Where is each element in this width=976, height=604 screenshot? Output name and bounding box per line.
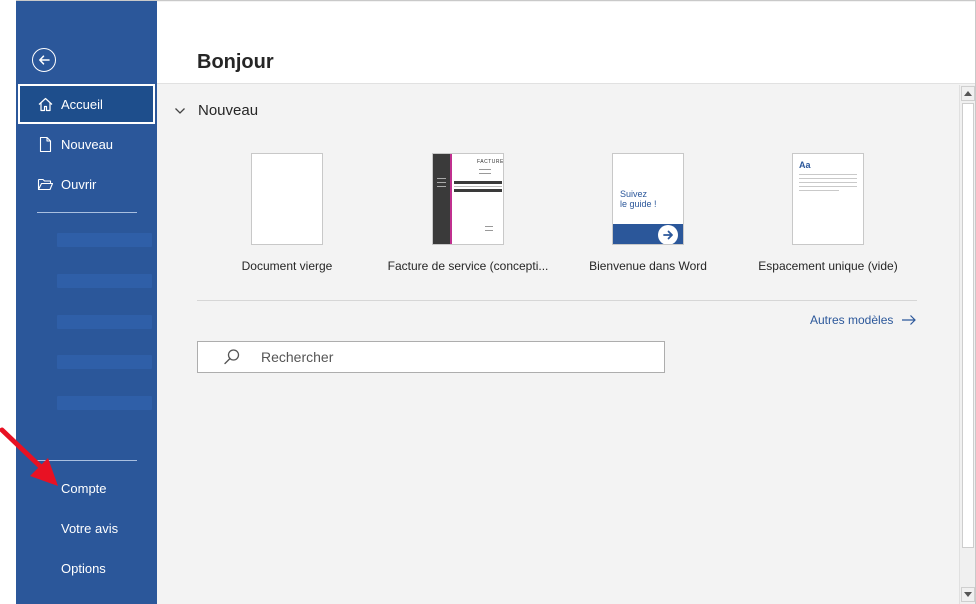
- sidebar-item-nouveau[interactable]: Nouveau: [16, 124, 157, 164]
- section-title-label: Nouveau: [198, 102, 259, 119]
- sidebar-item-label: Votre avis: [61, 520, 119, 536]
- sidebar-item-votre-avis[interactable]: Votre avis: [16, 508, 157, 548]
- chevron-down-icon: [174, 104, 188, 118]
- arrow-right-icon: [902, 315, 917, 325]
- arrow-right-icon: [658, 225, 678, 244]
- sidebar: Accueil Nouveau Ouvrir Compte Votre avis: [16, 1, 157, 604]
- invoice-line: [485, 226, 493, 227]
- annotation-arrow-icon: [0, 427, 58, 486]
- recent-document-placeholder[interactable]: [57, 355, 152, 369]
- main-content: Nouveau Document vierge FACTURE Facture …: [157, 85, 959, 604]
- page-header: Bonjour: [157, 2, 975, 84]
- template-thumbnail: FACTURE: [432, 153, 504, 245]
- invoice-line: [437, 186, 446, 187]
- back-arrow-icon: [39, 55, 50, 65]
- more-templates-label: Autres modèles: [810, 313, 894, 327]
- back-button[interactable]: [32, 48, 56, 72]
- sidebar-item-accueil[interactable]: Accueil: [18, 84, 155, 124]
- page-title: Bonjour: [197, 51, 274, 73]
- section-nouveau[interactable]: Nouveau: [174, 102, 258, 119]
- invoice-line: [479, 169, 491, 170]
- word-backstage-window: Accueil Nouveau Ouvrir Compte Votre avis: [16, 0, 976, 604]
- scroll-down-button[interactable]: [961, 587, 975, 602]
- invoice-line: [437, 178, 446, 179]
- template-welcome-word[interactable]: Suivez le guide ! Bienvenue dans Word: [558, 153, 738, 273]
- invoice-line: [454, 186, 502, 187]
- triangle-down-icon: [964, 592, 972, 597]
- template-service-invoice[interactable]: FACTURE Facture de service (concepti...: [378, 153, 558, 273]
- thumb-line: [799, 190, 839, 191]
- template-thumbnail: Aa: [792, 153, 864, 245]
- sidebar-item-label: Ouvrir: [61, 176, 97, 192]
- invoice-table-header: [454, 189, 502, 192]
- search-icon: [223, 348, 241, 366]
- invoice-sidebar-stripe: [433, 154, 450, 244]
- template-caption: Espacement unique (vide): [758, 259, 898, 273]
- sidebar-item-label: Nouveau: [61, 136, 114, 152]
- sidebar-item-label: Accueil: [61, 96, 103, 112]
- invoice-line: [485, 230, 493, 231]
- recent-document-placeholder[interactable]: [57, 315, 152, 329]
- invoice-line: [437, 182, 446, 183]
- invoice-title: FACTURE: [477, 159, 504, 165]
- template-thumbnail: Suivez le guide !: [612, 153, 684, 245]
- sidebar-item-ouvrir[interactable]: Ouvrir: [16, 164, 157, 204]
- home-icon: [36, 95, 54, 113]
- thumb-line: [799, 182, 857, 183]
- more-templates-link[interactable]: Autres modèles: [810, 313, 917, 327]
- template-caption: Facture de service (concepti...: [387, 259, 549, 273]
- section-separator: [197, 300, 917, 301]
- thumb-heading: Aa: [799, 160, 811, 170]
- template-blank-document[interactable]: Document vierge: [197, 153, 377, 273]
- invoice-line: [479, 173, 491, 174]
- sidebar-divider: [37, 212, 137, 213]
- template-caption: Document vierge: [241, 259, 333, 273]
- triangle-up-icon: [964, 91, 972, 96]
- thumb-line: [799, 174, 857, 175]
- template-thumbnail: [251, 153, 323, 245]
- new-document-icon: [36, 135, 54, 153]
- thumb-line: [799, 178, 857, 179]
- scroll-up-button[interactable]: [961, 86, 975, 101]
- vertical-scrollbar[interactable]: [959, 85, 975, 604]
- sidebar-item-options[interactable]: Options: [16, 548, 157, 588]
- recent-document-placeholder[interactable]: [57, 274, 152, 288]
- scroll-thumb[interactable]: [962, 103, 974, 548]
- recent-document-placeholder[interactable]: [57, 396, 152, 410]
- template-search-box[interactable]: [197, 341, 665, 373]
- welcome-text: Suivez le guide !: [620, 189, 657, 209]
- invoice-accent-stripe: [450, 154, 452, 244]
- template-single-spaced[interactable]: Aa Espacement unique (vide): [738, 153, 918, 273]
- sidebar-item-label: Options: [61, 560, 106, 576]
- thumb-line: [799, 186, 857, 187]
- open-folder-icon: [36, 175, 54, 193]
- template-caption: Bienvenue dans Word: [589, 259, 707, 273]
- recent-document-placeholder[interactable]: [57, 233, 152, 247]
- search-input[interactable]: [261, 349, 641, 365]
- invoice-table-header: [454, 181, 502, 184]
